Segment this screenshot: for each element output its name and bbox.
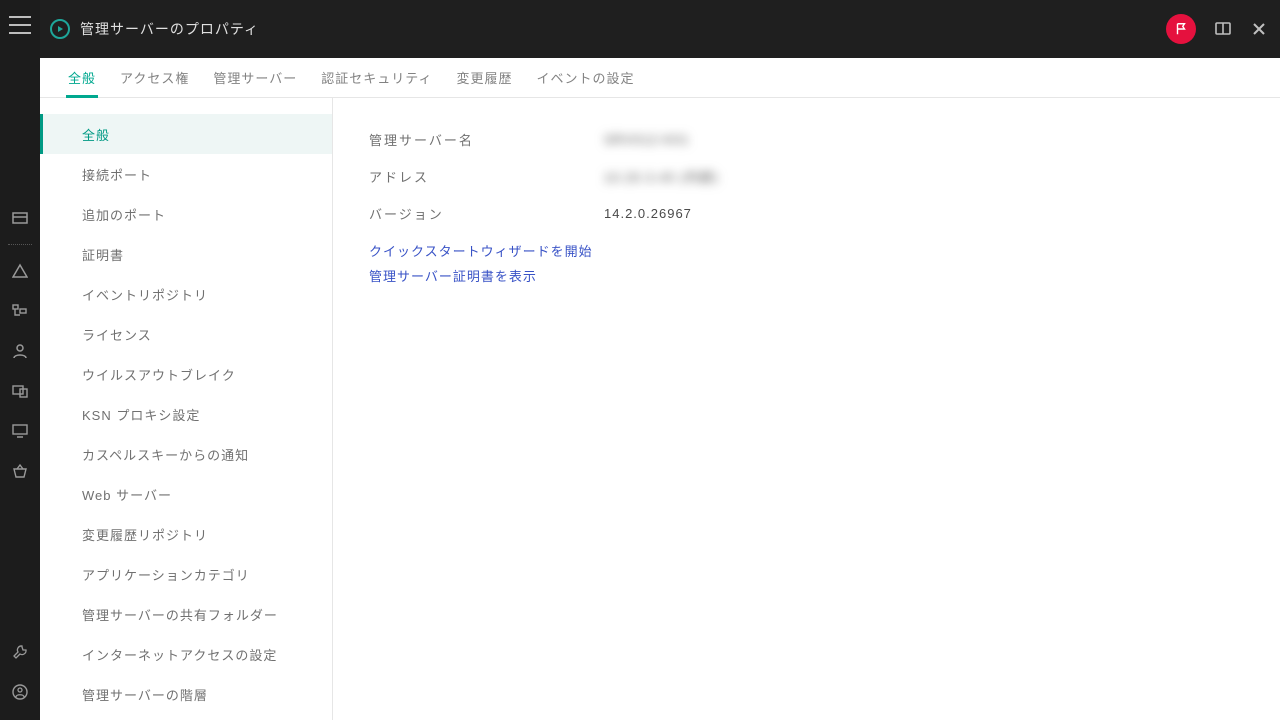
detail-label: バージョン — [369, 204, 604, 223]
detail-link-1[interactable]: 管理サーバー証明書を表示 — [369, 266, 1244, 285]
detail-row-0: 管理サーバー名SRV012-K01 — [369, 130, 1244, 149]
menu-icon[interactable] — [9, 16, 31, 34]
settings-sidebar: 全般接続ポート追加のポート証明書イベントリポジトリライセンスウイルスアウトブレイ… — [40, 98, 333, 720]
detail-panel: 管理サーバー名SRV012-K01アドレス10.20.3.45 (内部)バージョ… — [333, 98, 1280, 720]
left-nav-rail — [0, 0, 40, 720]
sidebar-item-9[interactable]: Web サーバー — [40, 474, 332, 514]
tab-4[interactable]: 変更履歴 — [444, 58, 524, 97]
window-header: 管理サーバーのプロパティ — [40, 0, 1280, 58]
close-icon[interactable] — [1250, 20, 1268, 38]
rail-wrench-icon[interactable] — [0, 632, 40, 672]
rail-dashboard-icon[interactable] — [0, 198, 40, 238]
sidebar-item-3[interactable]: 証明書 — [40, 234, 332, 274]
main-area: 管理サーバーのプロパティ 全般アクセス権管理サーバー認証セキュリティ変更履歴イベ… — [40, 0, 1280, 720]
detail-row-2: バージョン14.2.0.26967 — [369, 204, 1244, 223]
tab-2[interactable]: 管理サーバー — [201, 58, 309, 97]
tab-3[interactable]: 認証セキュリティ — [309, 58, 444, 97]
detail-label: アドレス — [369, 167, 604, 186]
sidebar-item-0[interactable]: 全般 — [40, 114, 332, 154]
detail-link-0[interactable]: クイックスタートウィザードを開始 — [369, 241, 1244, 260]
rail-devices-icon[interactable] — [0, 371, 40, 411]
rail-divider — [8, 244, 32, 245]
bookmark-icon[interactable] — [1214, 20, 1232, 38]
sidebar-item-7[interactable]: KSN プロキシ設定 — [40, 394, 332, 434]
sidebar-item-13[interactable]: インターネットアクセスの設定 — [40, 634, 332, 674]
detail-links: クイックスタートウィザードを開始管理サーバー証明書を表示 — [369, 241, 1244, 285]
rail-basket-icon[interactable] — [0, 451, 40, 491]
app-icon — [50, 19, 70, 39]
rail-structure-icon[interactable] — [0, 291, 40, 331]
tab-5[interactable]: イベントの設定 — [525, 58, 647, 97]
tab-1[interactable]: アクセス権 — [108, 58, 201, 97]
detail-row-1: アドレス10.20.3.45 (内部) — [369, 167, 1244, 186]
rail-user-icon[interactable] — [0, 331, 40, 371]
sidebar-item-11[interactable]: アプリケーションカテゴリ — [40, 554, 332, 594]
sidebar-item-1[interactable]: 接続ポート — [40, 154, 332, 194]
rail-monitor-icon[interactable] — [0, 411, 40, 451]
sidebar-item-10[interactable]: 変更履歴リポジトリ — [40, 514, 332, 554]
sidebar-item-2[interactable]: 追加のポート — [40, 194, 332, 234]
notification-flag-button[interactable] — [1166, 14, 1196, 44]
rail-alert-icon[interactable] — [0, 251, 40, 291]
rail-account-icon[interactable] — [0, 672, 40, 712]
sidebar-item-12[interactable]: 管理サーバーの共有フォルダー — [40, 594, 332, 634]
sidebar-item-6[interactable]: ウイルスアウトブレイク — [40, 354, 332, 394]
detail-label: 管理サーバー名 — [369, 130, 604, 149]
tab-0[interactable]: 全般 — [56, 58, 108, 97]
detail-value: SRV012-K01 — [604, 132, 690, 147]
detail-value: 10.20.3.45 (内部) — [604, 167, 719, 186]
sidebar-item-8[interactable]: カスペルスキーからの通知 — [40, 434, 332, 474]
tab-bar: 全般アクセス権管理サーバー認証セキュリティ変更履歴イベントの設定 — [40, 58, 1280, 98]
sidebar-item-5[interactable]: ライセンス — [40, 314, 332, 354]
sidebar-item-14[interactable]: 管理サーバーの階層 — [40, 674, 332, 714]
sidebar-item-4[interactable]: イベントリポジトリ — [40, 274, 332, 314]
content-area: 全般接続ポート追加のポート証明書イベントリポジトリライセンスウイルスアウトブレイ… — [40, 98, 1280, 720]
detail-value: 14.2.0.26967 — [604, 206, 692, 221]
page-title: 管理サーバーのプロパティ — [80, 19, 259, 39]
